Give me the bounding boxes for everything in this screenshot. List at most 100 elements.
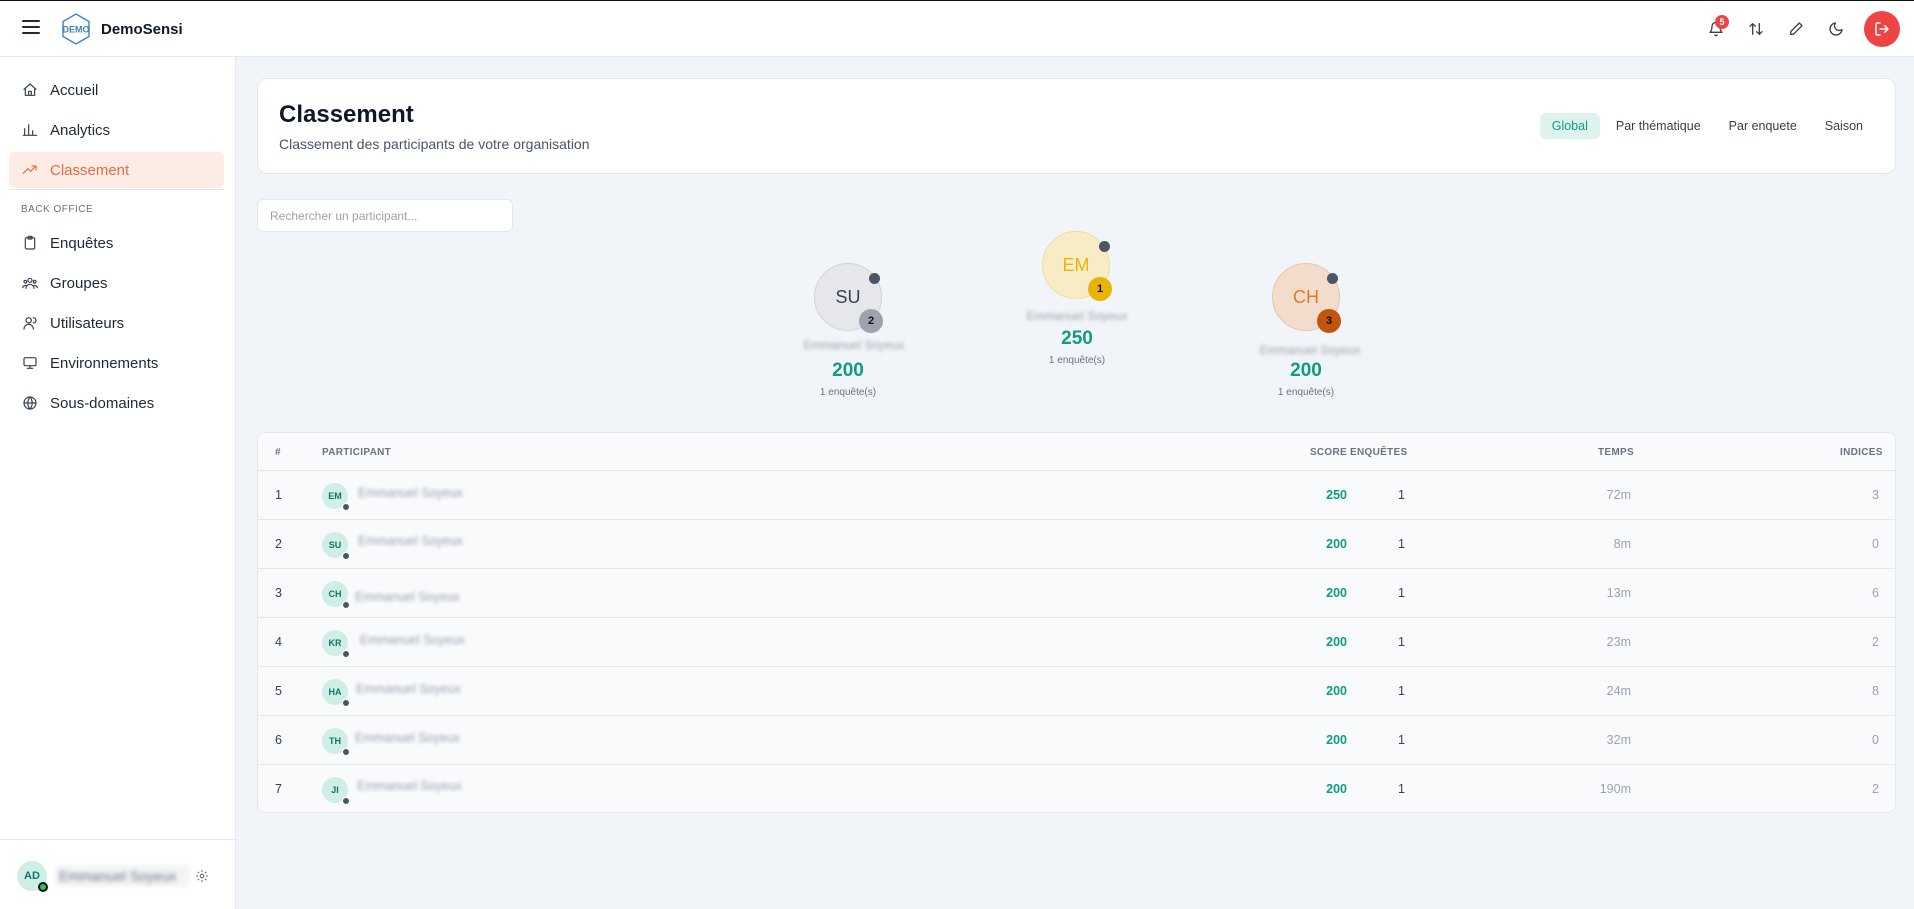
row-rank: 6: [275, 733, 282, 747]
status-dot: [342, 552, 350, 560]
sidebar-item-groupes[interactable]: Groupes: [9, 265, 224, 301]
edit-button[interactable]: [1780, 13, 1812, 45]
sidebar-item-classement[interactable]: Classement: [9, 152, 224, 188]
row-rank: 1: [275, 488, 282, 502]
rank-badge: 1: [1088, 277, 1112, 301]
row-time: 8m: [1613, 537, 1631, 551]
row-hints: 8: [1872, 684, 1879, 698]
row-score: 200: [1326, 537, 1347, 551]
avatar[interactable]: AD: [17, 861, 48, 892]
avatar-initials: JI: [331, 785, 339, 795]
sidebar-footer: AD Emmanuel Soyeux: [0, 839, 236, 909]
logout-button[interactable]: [1864, 11, 1900, 47]
avatar-initials: HA: [328, 687, 342, 697]
avatar: KR: [322, 630, 350, 658]
sidebar-item-analytics[interactable]: Analytics: [9, 112, 224, 148]
row-score: 200: [1326, 586, 1347, 600]
sidebar-item-label: Utilisateurs: [50, 314, 125, 332]
monitor-icon: [23, 357, 37, 369]
table-row[interactable]: 7 JI Emmanuel Soyeux 200 1 190m 2: [258, 765, 1895, 812]
row-time: 32m: [1606, 733, 1631, 747]
sidebar-item-label: Accueil: [50, 81, 99, 99]
avatar: EM: [322, 483, 350, 511]
col-temps: TEMPS: [1598, 447, 1634, 458]
globe-icon: [23, 396, 37, 410]
table-row[interactable]: 3 CH Emmanuel Soyeux 200 1 13m 6: [258, 569, 1895, 618]
page-header: Classement Classement des participants d…: [257, 78, 1896, 174]
podium-initials: SU: [835, 286, 861, 307]
sidebar-item-enquetes[interactable]: Enquêtes: [9, 225, 224, 261]
sidebar-item-sous-domaines[interactable]: Sous-domaines: [9, 385, 224, 421]
table-row[interactable]: 4 KR Emmanuel Soyeux 200 1 23m 2: [258, 618, 1895, 667]
notification-badge: 5: [1715, 15, 1729, 29]
sidebar-item-utilisateurs[interactable]: Utilisateurs: [9, 305, 224, 341]
tab-saison[interactable]: Saison: [1813, 113, 1875, 139]
tab-global[interactable]: Global: [1539, 113, 1600, 139]
avatar: CH: [322, 581, 350, 609]
podium-name: Emmanuel Soyeux: [1259, 343, 1361, 357]
gear-icon: [196, 870, 208, 882]
podium-name: Emmanuel Soyeux: [1026, 309, 1128, 323]
row-rank: 7: [275, 782, 282, 796]
sidebar-divider: [9, 189, 224, 190]
col-rank: #: [275, 447, 281, 458]
theme-toggle-button[interactable]: [1820, 13, 1852, 45]
col-score: SCORE: [1309, 447, 1347, 458]
row-participant-name: Emmanuel Soyeux: [360, 633, 465, 647]
search-input[interactable]: [257, 199, 513, 232]
row-participant-name: Emmanuel Soyeux: [357, 779, 462, 793]
row-time: 13m: [1606, 586, 1631, 600]
rank-badge: 2: [859, 309, 883, 333]
row-surveys: 1: [1398, 782, 1405, 796]
table-row[interactable]: 5 HA Emmanuel Soyeux 200 1 24m 8: [258, 667, 1895, 716]
row-participant-name: Emmanuel Soyeux: [358, 486, 463, 500]
tab-par-enquete[interactable]: Par enquete: [1717, 113, 1809, 139]
avatar-initials: KR: [328, 638, 342, 648]
rank-badge: 3: [1317, 309, 1341, 333]
row-score: 200: [1326, 635, 1347, 649]
bar-chart-icon: [22, 124, 38, 136]
status-dot: [1327, 273, 1338, 284]
settings-button[interactable]: [195, 869, 209, 883]
row-surveys: 1: [1398, 488, 1405, 502]
row-participant-name: Emmanuel Soyeux: [355, 731, 460, 745]
sidebar-item-label: Analytics: [50, 121, 111, 139]
row-participant-name: Emmanuel Soyeux: [355, 590, 460, 604]
podium-name: Emmanuel Soyeux: [803, 338, 905, 352]
avatar: HA: [322, 679, 350, 707]
podium-initials: CH: [1293, 286, 1319, 307]
avatar: SU: [322, 532, 350, 560]
pencil-icon: [1790, 22, 1803, 35]
table-row[interactable]: 1 EM Emmanuel Soyeux 250 1 72m 3: [258, 471, 1895, 520]
row-score: 250: [1326, 488, 1347, 502]
row-time: 23m: [1606, 635, 1631, 649]
sidebar-item-label: Environnements: [50, 354, 159, 372]
notifications-button[interactable]: 5: [1700, 13, 1732, 45]
row-surveys: 1: [1398, 733, 1405, 747]
table-header: # PARTICIPANT SCORE ENQUÊTES TEMPS INDIC…: [258, 433, 1895, 471]
brand-name: DemoSensi: [101, 21, 183, 38]
sidebar-item-accueil[interactable]: Accueil: [9, 72, 224, 108]
page-subtitle: Classement des participants de votre org…: [279, 136, 590, 152]
clipboard-icon: [24, 235, 36, 250]
logo: DEMO: [60, 13, 92, 45]
status-dot: [342, 601, 350, 609]
moon-icon: [1829, 22, 1843, 36]
leaderboard-tabs: Global Par thématique Par enquete Saison: [1539, 113, 1875, 139]
row-time: 24m: [1606, 684, 1631, 698]
avatar-initials: TH: [329, 736, 341, 746]
switch-button[interactable]: [1740, 13, 1772, 45]
row-surveys: 1: [1398, 537, 1405, 551]
tab-par-thematique[interactable]: Par thématique: [1604, 113, 1713, 139]
row-rank: 2: [275, 537, 282, 551]
row-hints: 2: [1872, 635, 1879, 649]
table-row[interactable]: 2 SU Emmanuel Soyeux 200 1 8m 0: [258, 520, 1895, 569]
status-dot: [342, 650, 350, 658]
sidebar-item-environnements[interactable]: Environnements: [9, 345, 224, 381]
menu-icon[interactable]: [22, 20, 40, 36]
sidebar-item-label: Enquêtes: [50, 234, 114, 252]
row-participant-name: Emmanuel Soyeux: [358, 534, 463, 548]
row-rank: 3: [275, 586, 282, 600]
logo-text: DEMO: [63, 25, 90, 35]
table-row[interactable]: 6 TH Emmanuel Soyeux 200 1 32m 0: [258, 716, 1895, 765]
